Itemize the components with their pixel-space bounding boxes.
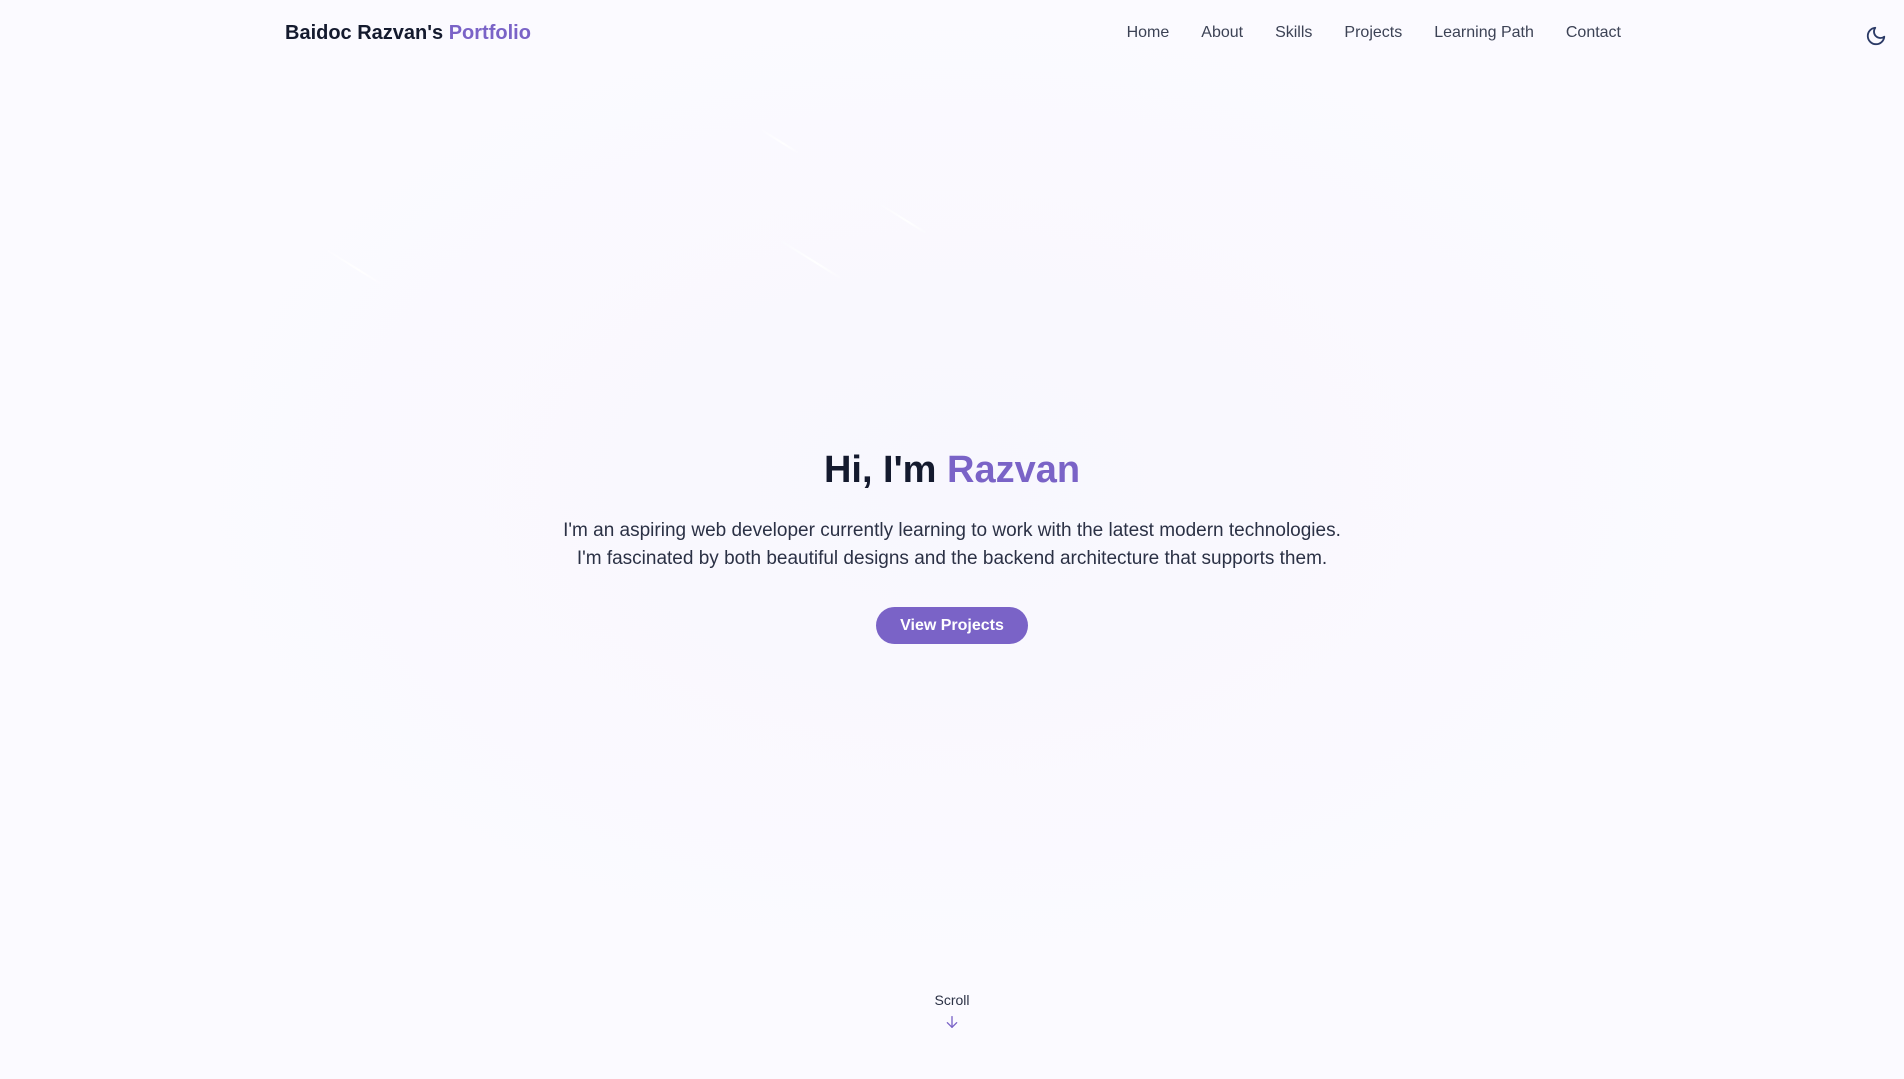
hero-description: I'm an aspiring web developer currently … bbox=[0, 517, 1904, 573]
scroll-label: Scroll bbox=[934, 992, 970, 1008]
nav-projects[interactable]: Projects bbox=[1344, 24, 1402, 42]
hero-desc-line-1: I'm an aspiring web developer currently … bbox=[563, 520, 1341, 541]
view-projects-button[interactable]: View Projects bbox=[876, 607, 1028, 644]
nav-learning-path[interactable]: Learning Path bbox=[1434, 24, 1534, 42]
nav-skills[interactable]: Skills bbox=[1275, 24, 1312, 42]
arrow-down-icon bbox=[944, 1014, 960, 1035]
brand-name: Baidoc Razvan's bbox=[285, 22, 444, 44]
brand-logo[interactable]: Baidoc Razvan's Portfolio bbox=[285, 22, 531, 45]
nav-contact[interactable]: Contact bbox=[1566, 24, 1621, 42]
navbar: Baidoc Razvan's Portfolio Home About Ski… bbox=[0, 0, 1904, 70]
theme-toggle-button[interactable] bbox=[1864, 24, 1888, 48]
hero-title: Hi, I'm Razvan bbox=[0, 445, 1904, 495]
moon-icon bbox=[1866, 26, 1886, 46]
decorative-streak bbox=[877, 202, 928, 235]
hero-title-prefix: Hi, I'm bbox=[823, 449, 937, 491]
decorative-streak bbox=[321, 246, 384, 287]
nav-about[interactable]: About bbox=[1201, 24, 1243, 42]
hero-desc-line-2: I'm fascinated by both beautiful designs… bbox=[576, 548, 1328, 569]
scroll-indicator[interactable]: Scroll bbox=[0, 992, 1904, 1035]
hero-section: Hi, I'm Razvan I'm an aspiring web devel… bbox=[0, 445, 1904, 644]
brand-accent: Portfolio bbox=[448, 22, 531, 44]
hero-title-name: Razvan bbox=[947, 449, 1081, 491]
decorative-streak bbox=[777, 238, 843, 281]
nav-links: Home About Skills Projects Learning Path… bbox=[1127, 24, 1621, 42]
nav-home[interactable]: Home bbox=[1127, 24, 1170, 42]
decorative-streak bbox=[759, 128, 800, 155]
